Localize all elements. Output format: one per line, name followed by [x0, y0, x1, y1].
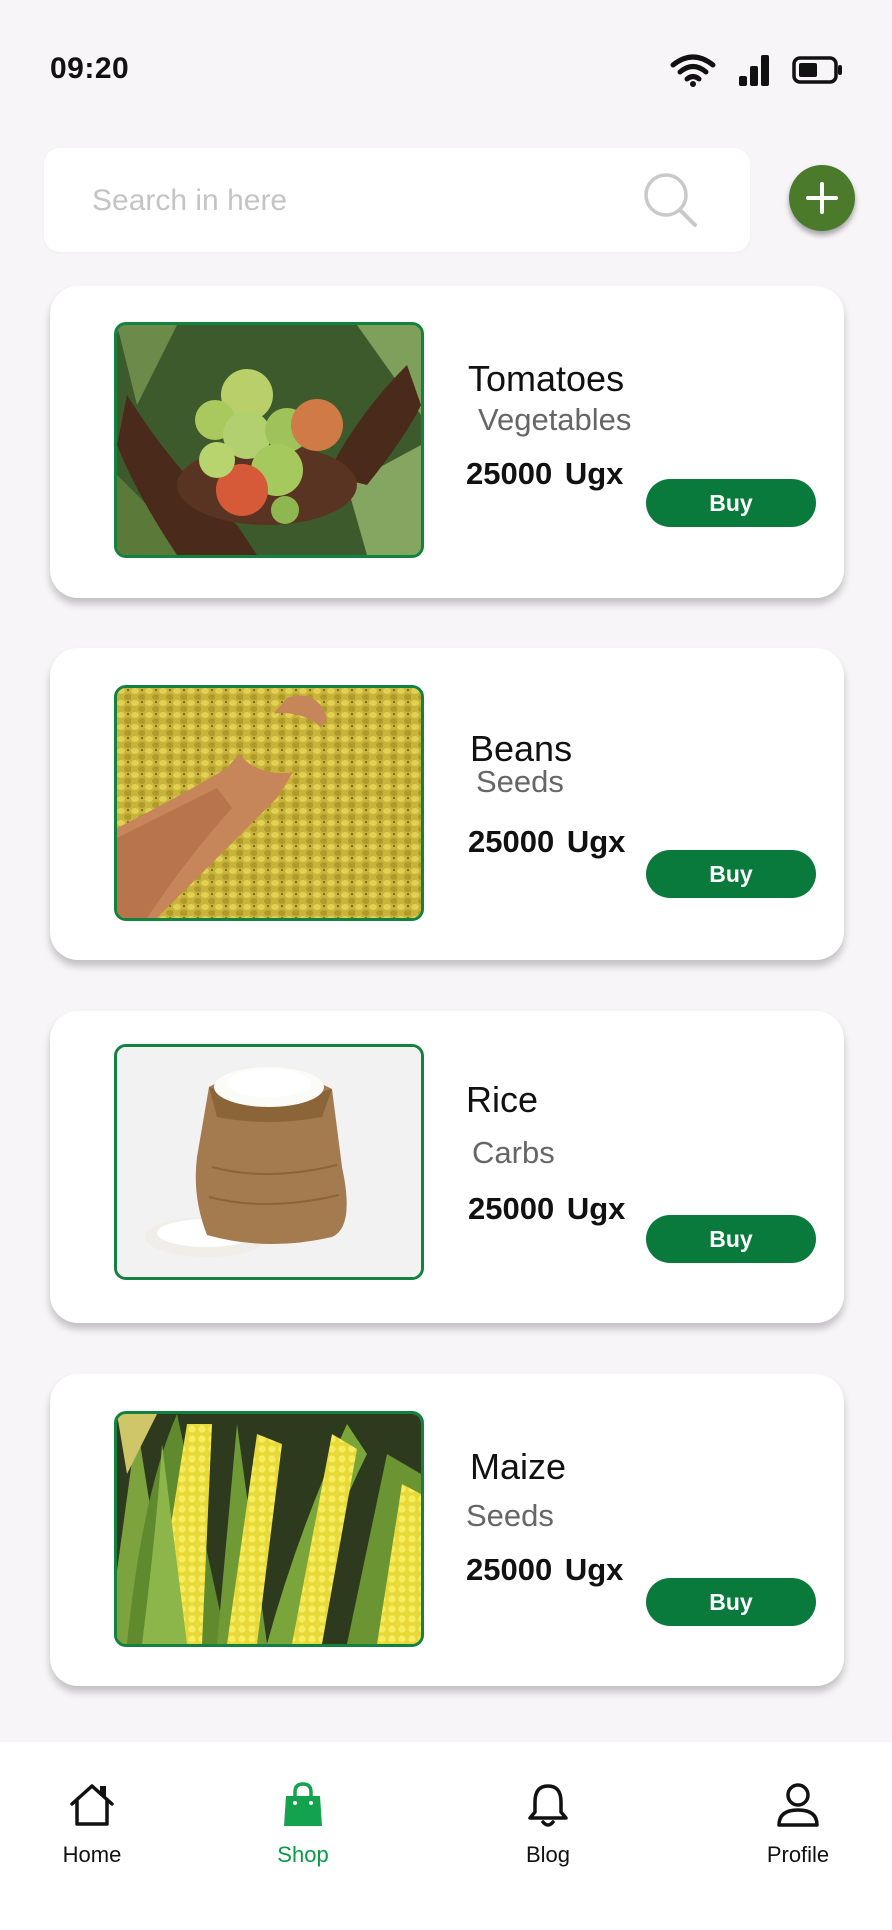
- nav-item-blog[interactable]: Blog: [478, 1782, 618, 1868]
- home-icon: [70, 1784, 114, 1826]
- product-price: 25000 Ugx: [468, 1191, 626, 1226]
- plus-icon: [806, 182, 838, 214]
- product-image-tomatoes: [114, 322, 424, 558]
- product-category: Seeds: [476, 764, 564, 799]
- product-image-rice: [114, 1044, 424, 1280]
- product-price: 25000 Ugx: [466, 1552, 624, 1587]
- product-image-maize: [114, 1411, 424, 1647]
- nav-label-shop: Shop: [277, 1842, 329, 1867]
- search-input[interactable]: [90, 172, 614, 230]
- product-name: Maize: [470, 1446, 567, 1487]
- product-price: 25000 Ugx: [468, 824, 626, 859]
- buy-button[interactable]: Buy: [646, 1215, 816, 1263]
- search-bar: [44, 148, 750, 252]
- wifi-icon: [670, 54, 716, 87]
- nav-item-profile[interactable]: Profile: [728, 1782, 868, 1868]
- product-card-tomatoes[interactable]: Tomatoes Vegetables 25000 Ugx Buy: [50, 286, 844, 598]
- search-icon[interactable]: [640, 170, 700, 230]
- nav-label-blog: Blog: [525, 1842, 571, 1867]
- battery-icon: [792, 56, 842, 84]
- product-card-rice[interactable]: Rice Carbs 25000 Ugx Buy: [50, 1011, 844, 1323]
- status-icons: [670, 52, 844, 88]
- product-image-beans: [114, 685, 424, 921]
- status-time: 09:20: [50, 52, 130, 85]
- user-icon: [777, 1783, 819, 1827]
- product-category: Carbs: [472, 1135, 555, 1170]
- product-card-maize[interactable]: Maize Seeds 25000 Ugx Buy: [50, 1374, 844, 1686]
- shopping-bag-icon: [284, 1782, 322, 1826]
- bell-icon: [528, 1784, 568, 1827]
- product-category: Vegetables: [478, 402, 632, 437]
- product-name: Rice: [466, 1079, 539, 1120]
- bottom-navigation: Home Shop Blog Profile: [0, 1742, 892, 1930]
- nav-label-home: Home: [62, 1842, 122, 1867]
- product-price: 25000 Ugx: [466, 456, 624, 491]
- nav-item-home[interactable]: Home: [22, 1782, 162, 1868]
- cellular-signal-icon: [739, 55, 769, 86]
- add-button[interactable]: [789, 165, 855, 231]
- nav-label-profile: Profile: [766, 1842, 830, 1867]
- buy-button[interactable]: Buy: [646, 850, 816, 898]
- buy-button[interactable]: Buy: [646, 1578, 816, 1626]
- product-category: Seeds: [466, 1498, 554, 1533]
- product-name: Tomatoes: [468, 358, 625, 399]
- nav-item-shop[interactable]: Shop: [233, 1782, 373, 1868]
- buy-button[interactable]: Buy: [646, 479, 816, 527]
- product-card-beans[interactable]: Beans Seeds 25000 Ugx Buy: [50, 648, 844, 960]
